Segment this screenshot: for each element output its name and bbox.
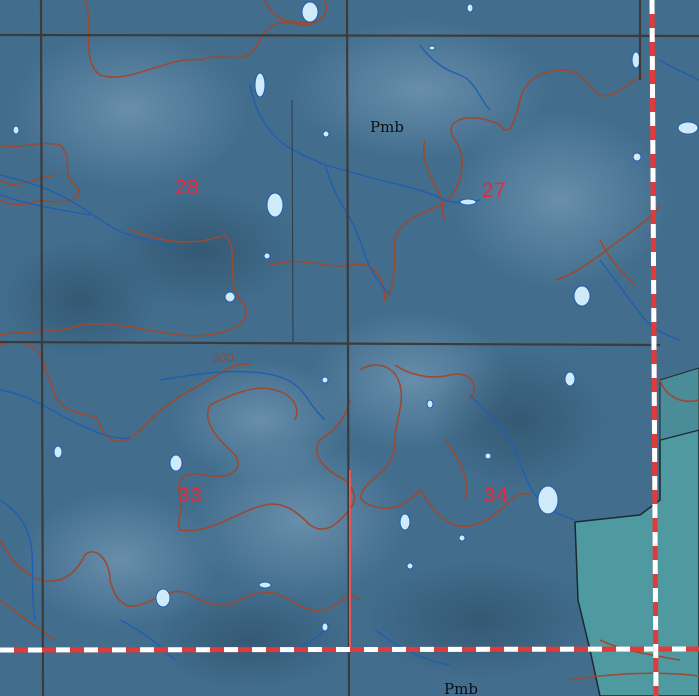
topographic-map[interactable]: 28 27 33 34 300 Pmb Pmb bbox=[0, 0, 699, 696]
geology-label-lower: Pmb bbox=[444, 680, 478, 696]
geology-label-upper: Pmb bbox=[370, 118, 404, 136]
section-number-27: 27 bbox=[482, 179, 507, 202]
lake-polygon-right-edge bbox=[659, 367, 699, 441]
contour-elevation-label: 300 bbox=[212, 350, 234, 365]
section-number-33: 33 bbox=[178, 484, 203, 507]
section-number-34: 34 bbox=[484, 484, 509, 507]
map-canvas bbox=[0, 0, 699, 696]
section-number-28: 28 bbox=[175, 176, 200, 199]
